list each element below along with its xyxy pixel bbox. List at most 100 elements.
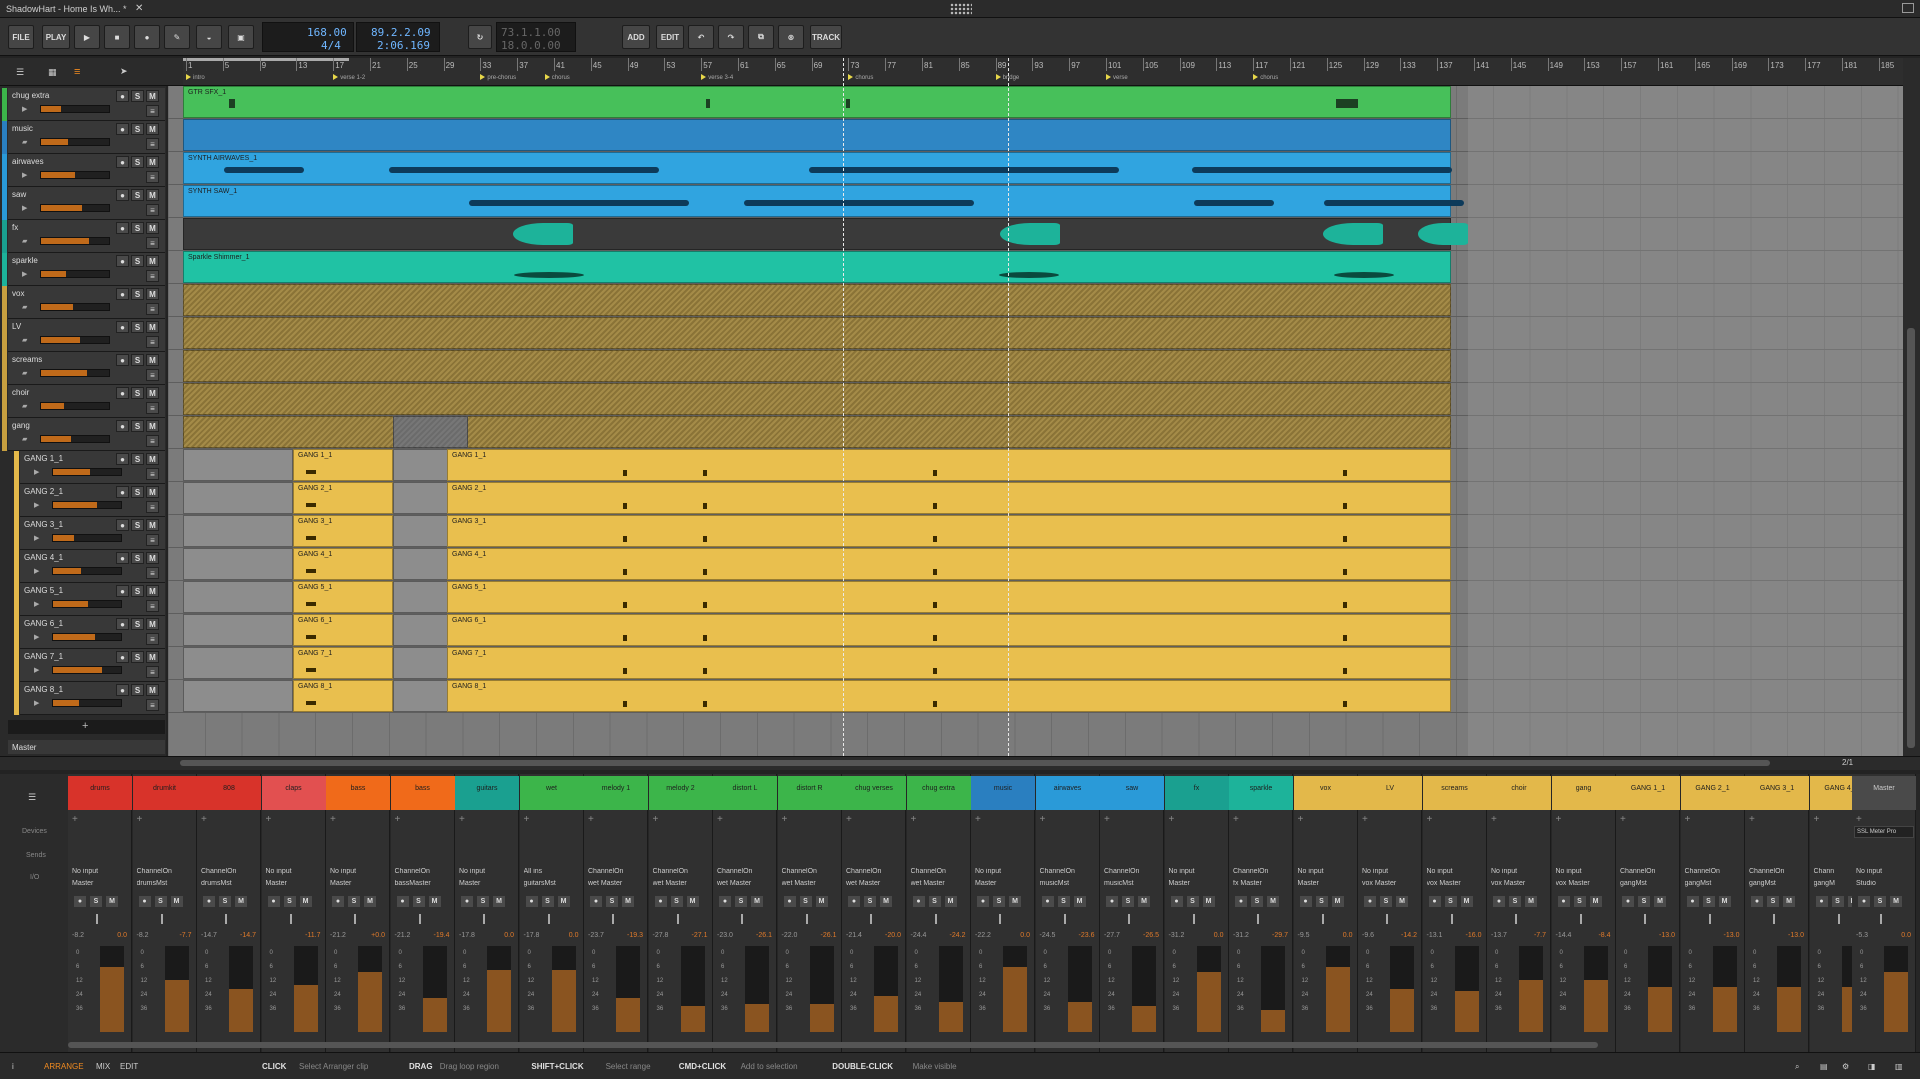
search-icon[interactable]: ⌕	[1795, 1062, 1799, 1072]
channel-name[interactable]: LV	[1358, 776, 1422, 810]
loop-display[interactable]: 73.1.1.00 18.0.0.00	[496, 22, 576, 52]
solo-button[interactable]: S	[799, 896, 812, 907]
solo-button[interactable]: S	[131, 156, 144, 168]
channel-name[interactable]: GANG 3_1	[1745, 776, 1809, 810]
add-track-icon[interactable]: +	[82, 720, 88, 732]
solo-button[interactable]: S	[131, 519, 144, 531]
input-selector[interactable]: ChannelOn	[1040, 868, 1098, 879]
input-selector[interactable]: No input	[975, 868, 1033, 879]
pan-knob[interactable]	[96, 914, 98, 924]
arm-button[interactable]: ●	[116, 486, 129, 498]
channel-name[interactable]: guitars	[455, 776, 519, 810]
mute-button[interactable]: M	[493, 896, 505, 907]
track-header[interactable]: GANG 2_1 ▶ ● S M ≡	[14, 484, 165, 517]
arm-button[interactable]: ●	[1493, 896, 1505, 907]
expand-arrow-icon[interactable]: ▶	[34, 666, 39, 674]
add-device-icon[interactable]: +	[1685, 814, 1691, 825]
volume-fader[interactable]	[52, 468, 122, 476]
arm-button[interactable]: ●	[1235, 896, 1247, 907]
channel-strip[interactable]: airwaves + ChannelOn musicMst ● S M -24.5 -23.6 0…	[1035, 774, 1100, 1052]
track-menu-button[interactable]: ≡	[146, 303, 159, 315]
arm-button[interactable]: ●	[116, 387, 129, 399]
mute-button[interactable]: M	[815, 896, 828, 907]
volume-fader[interactable]	[40, 435, 110, 443]
expand-arrow-icon[interactable]: ▶	[34, 600, 39, 608]
mute-button[interactable]: M	[1267, 896, 1279, 907]
input-selector[interactable]: No input	[1362, 868, 1420, 879]
output-selector[interactable]: Master	[459, 880, 517, 891]
folder-icon[interactable]: ▰	[22, 138, 27, 146]
track-header[interactable]: GANG 4_1 ▶ ● S M ≡	[14, 550, 165, 583]
channel-name[interactable]: chug verses	[842, 776, 906, 810]
track-header[interactable]: sparkle ▶ ● S M ≡	[2, 253, 165, 286]
input-selector[interactable]: ChannelOn	[201, 868, 259, 879]
pan-knob[interactable]	[805, 914, 808, 924]
add-device-icon[interactable]: +	[1814, 814, 1820, 825]
add-device-icon[interactable]: +	[1620, 814, 1626, 825]
channel-name[interactable]: vox	[1293, 776, 1358, 810]
solo-button[interactable]: S	[735, 896, 747, 907]
track-menu-button[interactable]: ≡	[146, 600, 159, 612]
track-menu-button[interactable]: ≡	[146, 402, 159, 414]
input-selector[interactable]: ChannelOn	[1104, 868, 1162, 879]
arranger-horizontal-scrollbar[interactable]: 2/1	[0, 756, 1920, 770]
clip-music[interactable]	[183, 119, 1451, 151]
track-header[interactable]: saw ▶ ● S M ≡	[2, 187, 165, 220]
output-selector[interactable]: guitarsMst	[524, 880, 582, 891]
track-lane[interactable]	[168, 416, 1903, 449]
pan-knob[interactable]	[1880, 914, 1882, 924]
record-button[interactable]: ●	[134, 25, 160, 49]
mute-button[interactable]: M	[557, 896, 570, 907]
folder-clip[interactable]	[183, 416, 1451, 448]
arm-button[interactable]: ●	[116, 519, 129, 531]
output-selector[interactable]: Master	[1298, 880, 1356, 891]
track-menu-button[interactable]: ≡	[146, 369, 159, 381]
expand-arrow-icon[interactable]: ▶	[34, 567, 39, 575]
output-selector[interactable]: vox Master	[1556, 880, 1614, 891]
channel-strip[interactable]: vox + No input Master ● S M -9.5 0.0 0 6 12 24 36	[1293, 774, 1358, 1052]
track-lane[interactable]	[168, 284, 1903, 317]
solo-button[interactable]: S	[1057, 896, 1070, 907]
add-device-icon[interactable]: +	[1298, 814, 1304, 825]
output-selector[interactable]: wet Master	[911, 880, 969, 891]
solo-button[interactable]: S	[1831, 896, 1844, 907]
output-selector[interactable]: Master	[975, 880, 1033, 891]
track-header[interactable]: LV ▰ ● S M ≡	[2, 319, 165, 352]
channel-strip[interactable]: drumkit + ChannelOn drumsMst ● S M -8.2 -7.7 0 6 12…	[132, 774, 197, 1052]
output-selector[interactable]: musicMst	[1040, 880, 1098, 891]
volume-fader[interactable]	[40, 171, 110, 179]
solo-button[interactable]: S	[131, 585, 144, 597]
channel-strip[interactable]: distort R + ChannelOn wet Master ● S M -22.0 -26…	[777, 774, 842, 1052]
arm-button[interactable]: ●	[116, 420, 129, 432]
solo-button[interactable]: S	[131, 288, 144, 300]
mute-button[interactable]: M	[1073, 896, 1086, 907]
pan-knob[interactable]	[1837, 914, 1840, 924]
input-selector[interactable]: ChannelOn	[1620, 868, 1678, 879]
output-selector[interactable]: wet Master	[846, 880, 904, 891]
input-selector[interactable]: ChannelOn	[395, 868, 453, 879]
channel-strip[interactable]: GANG 3_1 + ChannelOn gangMst ● S M -13.0 0 6 12 24 3…	[1745, 774, 1809, 1052]
input-selector[interactable]: ChannelOn	[911, 868, 969, 879]
pan-knob[interactable]	[1321, 914, 1324, 924]
mute-button[interactable]: M	[235, 896, 247, 907]
channel-name[interactable]: drums	[68, 776, 132, 810]
pan-knob[interactable]	[1257, 914, 1259, 924]
cue-marker[interactable]: chorus	[1253, 74, 1278, 81]
volume-fader[interactable]	[52, 567, 122, 575]
gang-clip[interactable]: GANG 7_1	[293, 647, 393, 679]
pan-knob[interactable]	[483, 914, 485, 924]
mute-button[interactable]: M	[1396, 896, 1408, 907]
add-button[interactable]: ADD	[622, 25, 650, 49]
output-selector[interactable]: fx Master	[1233, 880, 1291, 891]
add-device-icon[interactable]: +	[653, 814, 659, 825]
channel-name[interactable]: melody 1	[584, 776, 648, 810]
play-button[interactable]: ▶	[74, 25, 100, 49]
inspector-icon[interactable]: ☰	[16, 67, 24, 78]
output-selector[interactable]: bassMaster	[395, 880, 453, 891]
expand-arrow-icon[interactable]: ▶	[34, 534, 39, 542]
track-menu-button[interactable]: ≡	[146, 501, 159, 513]
add-track-area[interactable]: +	[8, 720, 165, 734]
clip-gtr-sfx[interactable]: GTR SFX_1	[183, 86, 1451, 118]
volume-fader[interactable]	[52, 666, 122, 674]
volume-fader[interactable]	[52, 534, 122, 542]
